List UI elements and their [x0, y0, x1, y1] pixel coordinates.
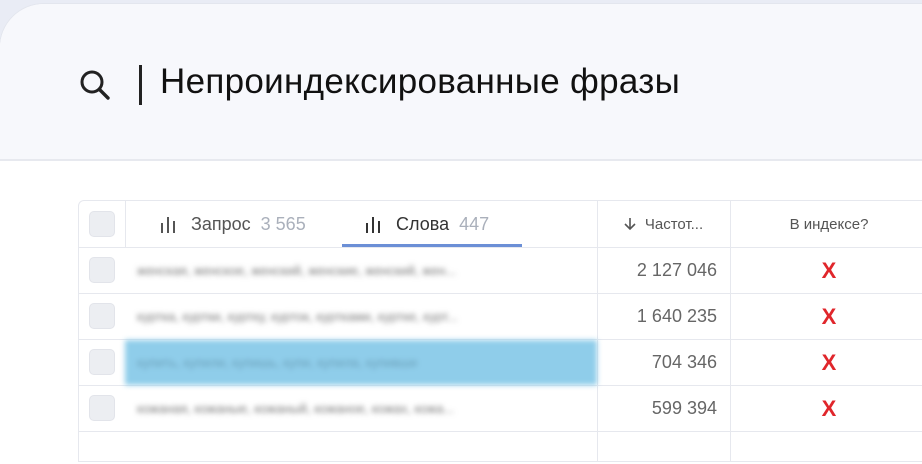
tab-words[interactable]: Слова 447: [364, 201, 489, 247]
frequency-cell: 704 346: [651, 352, 717, 372]
bar-chart-icon: [366, 217, 380, 233]
tab-query-label: Запрос: [191, 213, 251, 234]
not-indexed-mark: X: [821, 303, 837, 329]
phrases-table: Запрос 3 565 Слова 447 Частот... В индек…: [78, 200, 922, 462]
in-index-column-header[interactable]: В индексе?: [731, 201, 922, 247]
arrow-down-icon: [624, 218, 636, 231]
column-divider: [125, 201, 126, 247]
table-row[interactable]: куртка, куртки, куртку, курток, куртками…: [79, 294, 922, 340]
frequency-cell: 599 394: [651, 398, 717, 418]
row-checkbox[interactable]: [89, 349, 115, 375]
phrase-cell: кожаная, кожаные, кожаный, кожаное, кожа…: [137, 401, 455, 416]
row-checkbox[interactable]: [89, 395, 115, 421]
active-tab-indicator: [342, 244, 522, 247]
main-card: Непроиндексированные фразы Запрос 3 565: [0, 4, 922, 464]
table-header: Запрос 3 565 Слова 447 Частот... В индек…: [79, 201, 922, 248]
tab-words-count: 447: [459, 213, 490, 234]
tab-query-count: 3 565: [260, 213, 306, 234]
search-icon[interactable]: [78, 68, 112, 102]
in-index-header-label: В индексе?: [789, 215, 869, 233]
bar-chart-icon: [161, 217, 175, 233]
tab-words-label: Слова: [396, 213, 450, 234]
row-checkbox[interactable]: [89, 303, 115, 329]
text-cursor: [139, 65, 142, 105]
frequency-cell: 1 640 235: [636, 306, 717, 326]
select-all-checkbox[interactable]: [89, 211, 115, 237]
row-checkbox[interactable]: [89, 257, 115, 283]
search-bar[interactable]: Непроиндексированные фразы: [0, 4, 922, 161]
table-row[interactable]: кожаная, кожаные, кожаный, кожаное, кожа…: [79, 386, 922, 432]
frequency-column-header[interactable]: Частот...: [597, 201, 729, 247]
phrase-cell: куртка, куртки, куртку, курток, куртками…: [137, 309, 458, 324]
not-indexed-mark: X: [821, 349, 837, 375]
tab-query[interactable]: Запрос 3 565: [159, 201, 306, 247]
table-row-selected[interactable]: купить, купили, купишь, купи, купила, ку…: [79, 340, 922, 386]
frequency-cell: 2 127 046: [636, 260, 717, 280]
frequency-header-label: Частот...: [644, 215, 704, 233]
phrase-cell: женская, женское, женский, женские, женс…: [137, 263, 457, 278]
search-input[interactable]: Непроиндексированные фразы: [160, 62, 680, 102]
table-row[interactable]: женская, женское, женский, женские, женс…: [79, 248, 922, 294]
not-indexed-mark: X: [821, 257, 837, 283]
not-indexed-mark: X: [821, 395, 837, 421]
phrase-cell: купить, купили, купишь, купи, купила, ку…: [125, 340, 597, 385]
